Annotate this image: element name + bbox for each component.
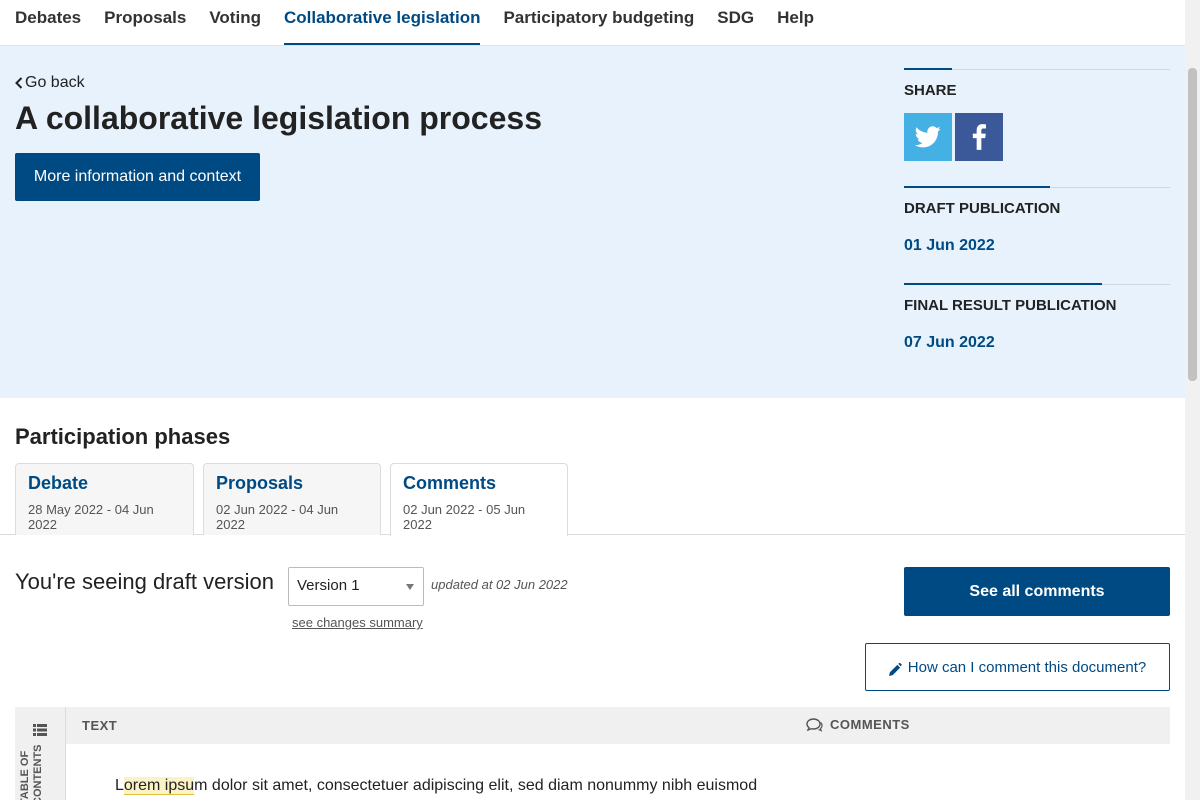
go-back-link[interactable]: Go back (15, 74, 85, 92)
phase-tab-comments[interactable]: Comments 02 Jun 2022 - 05 Jun 2022 (390, 463, 568, 536)
text-rest: m dolor sit amet, consectetuer adipiscin… (194, 777, 758, 794)
how-to-comment-button[interactable]: How can I comment this document? (865, 643, 1170, 691)
final-result-heading: FINAL RESULT PUBLICATION (904, 297, 1117, 314)
process-header: Go back A collaborative legislation proc… (0, 46, 1185, 398)
scrollbar[interactable] (1185, 0, 1200, 800)
final-result-date: 07 Jun 2022 (904, 334, 995, 351)
document-text[interactable]: Lorem ipsum dolor sit amet, consectetuer… (115, 777, 757, 795)
facebook-share-button[interactable] (955, 113, 1003, 161)
changes-summary-link[interactable]: see changes summary (292, 615, 423, 630)
comments-heading-label: COMMENTS (830, 717, 910, 732)
phase-dates: 02 Jun 2022 - 04 Jun 2022 (216, 502, 339, 532)
list-icon (33, 724, 47, 736)
draft-publication-date: 01 Jun 2022 (904, 237, 995, 254)
how-to-comment-label: How can I comment this document? (907, 658, 1147, 676)
final-result-box: FINAL RESULT PUBLICATION 07 Jun 2022 (904, 283, 1170, 352)
comments-column-heading: COMMENTS (806, 717, 910, 732)
nav-item-sdg[interactable]: SDG (717, 0, 754, 45)
text-prefix: L (115, 777, 124, 794)
see-all-comments-button[interactable]: See all comments (904, 567, 1170, 616)
document-header: TEXT COMMENTS (66, 707, 1170, 744)
nav-item-proposals[interactable]: Proposals (104, 0, 186, 45)
text-column-heading: TEXT (82, 718, 118, 733)
share-buttons (904, 113, 1170, 161)
more-info-button[interactable]: More information and context (15, 153, 260, 201)
phase-dates: 02 Jun 2022 - 05 Jun 2022 (403, 502, 526, 532)
scrollbar-thumb[interactable] (1188, 68, 1197, 381)
caret-down-icon (406, 584, 414, 590)
nav-item-voting[interactable]: Voting (209, 0, 261, 45)
twitter-icon (915, 126, 941, 148)
phase-tab-debate[interactable]: Debate 28 May 2022 - 04 Jun 2022 (15, 463, 194, 535)
share-box: SHARE (904, 68, 1170, 161)
table-of-contents-label: Table of contents (19, 744, 44, 800)
go-back-label: Go back (25, 74, 85, 91)
main-navigation: Debates Proposals Voting Collaborative l… (0, 0, 1185, 46)
phase-name: Comments (403, 473, 497, 493)
updated-at-text: updated at 02 Jun 2022 (431, 577, 568, 592)
draft-publication-heading: DRAFT PUBLICATION (904, 200, 1061, 217)
facebook-icon (972, 124, 986, 150)
phases-title: Participation phases (15, 424, 231, 449)
table-of-contents-toggle[interactable]: Table of contents (15, 707, 66, 800)
nav-item-debates[interactable]: Debates (15, 0, 81, 45)
nav-item-help[interactable]: Help (777, 0, 814, 45)
share-heading: SHARE (904, 82, 957, 99)
phase-name: Proposals (216, 473, 304, 493)
speech-bubbles-icon (806, 717, 823, 732)
phase-tab-proposals[interactable]: Proposals 02 Jun 2022 - 04 Jun 2022 (203, 463, 381, 535)
page-title: A collaborative legislation process (15, 100, 542, 136)
phase-name: Debate (28, 473, 89, 493)
nav-item-participatory-budgeting[interactable]: Participatory budgeting (503, 0, 694, 45)
draft-version-label: You're seeing draft version (15, 569, 274, 594)
nav-item-collaborative-legislation[interactable]: Collaborative legislation (283, 0, 481, 45)
twitter-share-button[interactable] (904, 113, 952, 161)
commented-highlight[interactable]: orem ipsu (123, 777, 195, 795)
chevron-left-icon (15, 77, 23, 89)
phase-dates: 28 May 2022 - 04 Jun 2022 (28, 502, 154, 532)
pencil-icon (888, 662, 902, 676)
version-select[interactable]: Version 1 (288, 567, 424, 606)
draft-publication-box: DRAFT PUBLICATION 01 Jun 2022 (904, 186, 1170, 255)
version-select-value: Version 1 (297, 577, 360, 594)
